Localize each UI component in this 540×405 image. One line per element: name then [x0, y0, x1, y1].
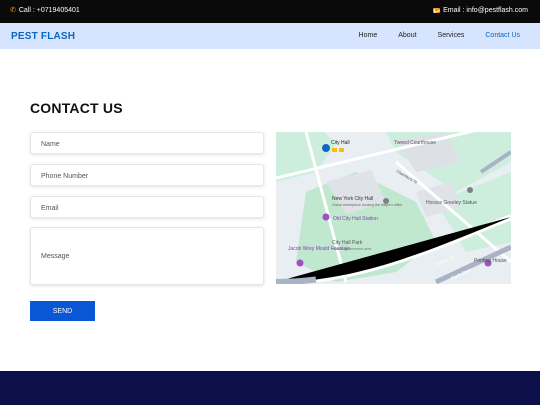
message-field[interactable]: Message: [30, 227, 264, 285]
send-button[interactable]: SEND: [30, 301, 95, 321]
map-label-printing: Printing House: [474, 258, 507, 264]
top-bar: ✆ Call : +0719405401 Email : info@pestfl…: [0, 0, 540, 23]
call-info: ✆ Call : +0719405401: [10, 7, 80, 14]
mail-icon: [433, 8, 441, 13]
page-title: CONTACT US: [30, 100, 123, 116]
call-text: Call : +0719405401: [18, 7, 80, 14]
map-label-nycityhall-sub: Grand centerpiece housing the mayor's of…: [332, 203, 402, 207]
map-label-mould: Jacob Wrey Mould Fountain: [288, 246, 350, 252]
map-label-city-hall: City Hall: [331, 140, 350, 146]
map-label-nycityhall: New York City Hall: [332, 196, 373, 202]
map-label-old-station: Old City Hall Station: [333, 216, 378, 222]
map-label-horace: Horace Greeley Statue: [426, 200, 477, 206]
email-info: Email : info@pestflash.com: [433, 7, 528, 14]
map-embed[interactable]: City Hall Tweed Courthouse New York City…: [276, 132, 511, 284]
nav-item-about[interactable]: About: [398, 32, 416, 39]
nav-menu: Home About Services Contact Us: [359, 32, 520, 39]
nav-item-home[interactable]: Home: [359, 32, 378, 39]
brand-logo[interactable]: PEST FLASH: [11, 31, 75, 42]
message-placeholder: Message: [41, 253, 70, 260]
phone-placeholder: Phone Number: [41, 173, 89, 180]
name-placeholder: Name: [41, 141, 60, 148]
phone-icon: ✆: [10, 7, 16, 14]
nav-item-services[interactable]: Services: [438, 32, 465, 39]
map-canvas: City Hall Tweed Courthouse New York City…: [276, 132, 511, 284]
name-field[interactable]: Name: [30, 132, 264, 154]
footer: [0, 371, 540, 405]
nav-item-contact[interactable]: Contact Us: [485, 32, 520, 39]
email-placeholder: Email: [41, 205, 59, 212]
map-label-tweed: Tweed Courthouse: [394, 140, 436, 146]
phone-field[interactable]: Phone Number: [30, 164, 264, 186]
email-text[interactable]: Email : info@pestflash.com: [443, 7, 528, 14]
email-field[interactable]: Email: [30, 196, 264, 218]
navbar: PEST FLASH Home About Services Contact U…: [0, 23, 540, 49]
